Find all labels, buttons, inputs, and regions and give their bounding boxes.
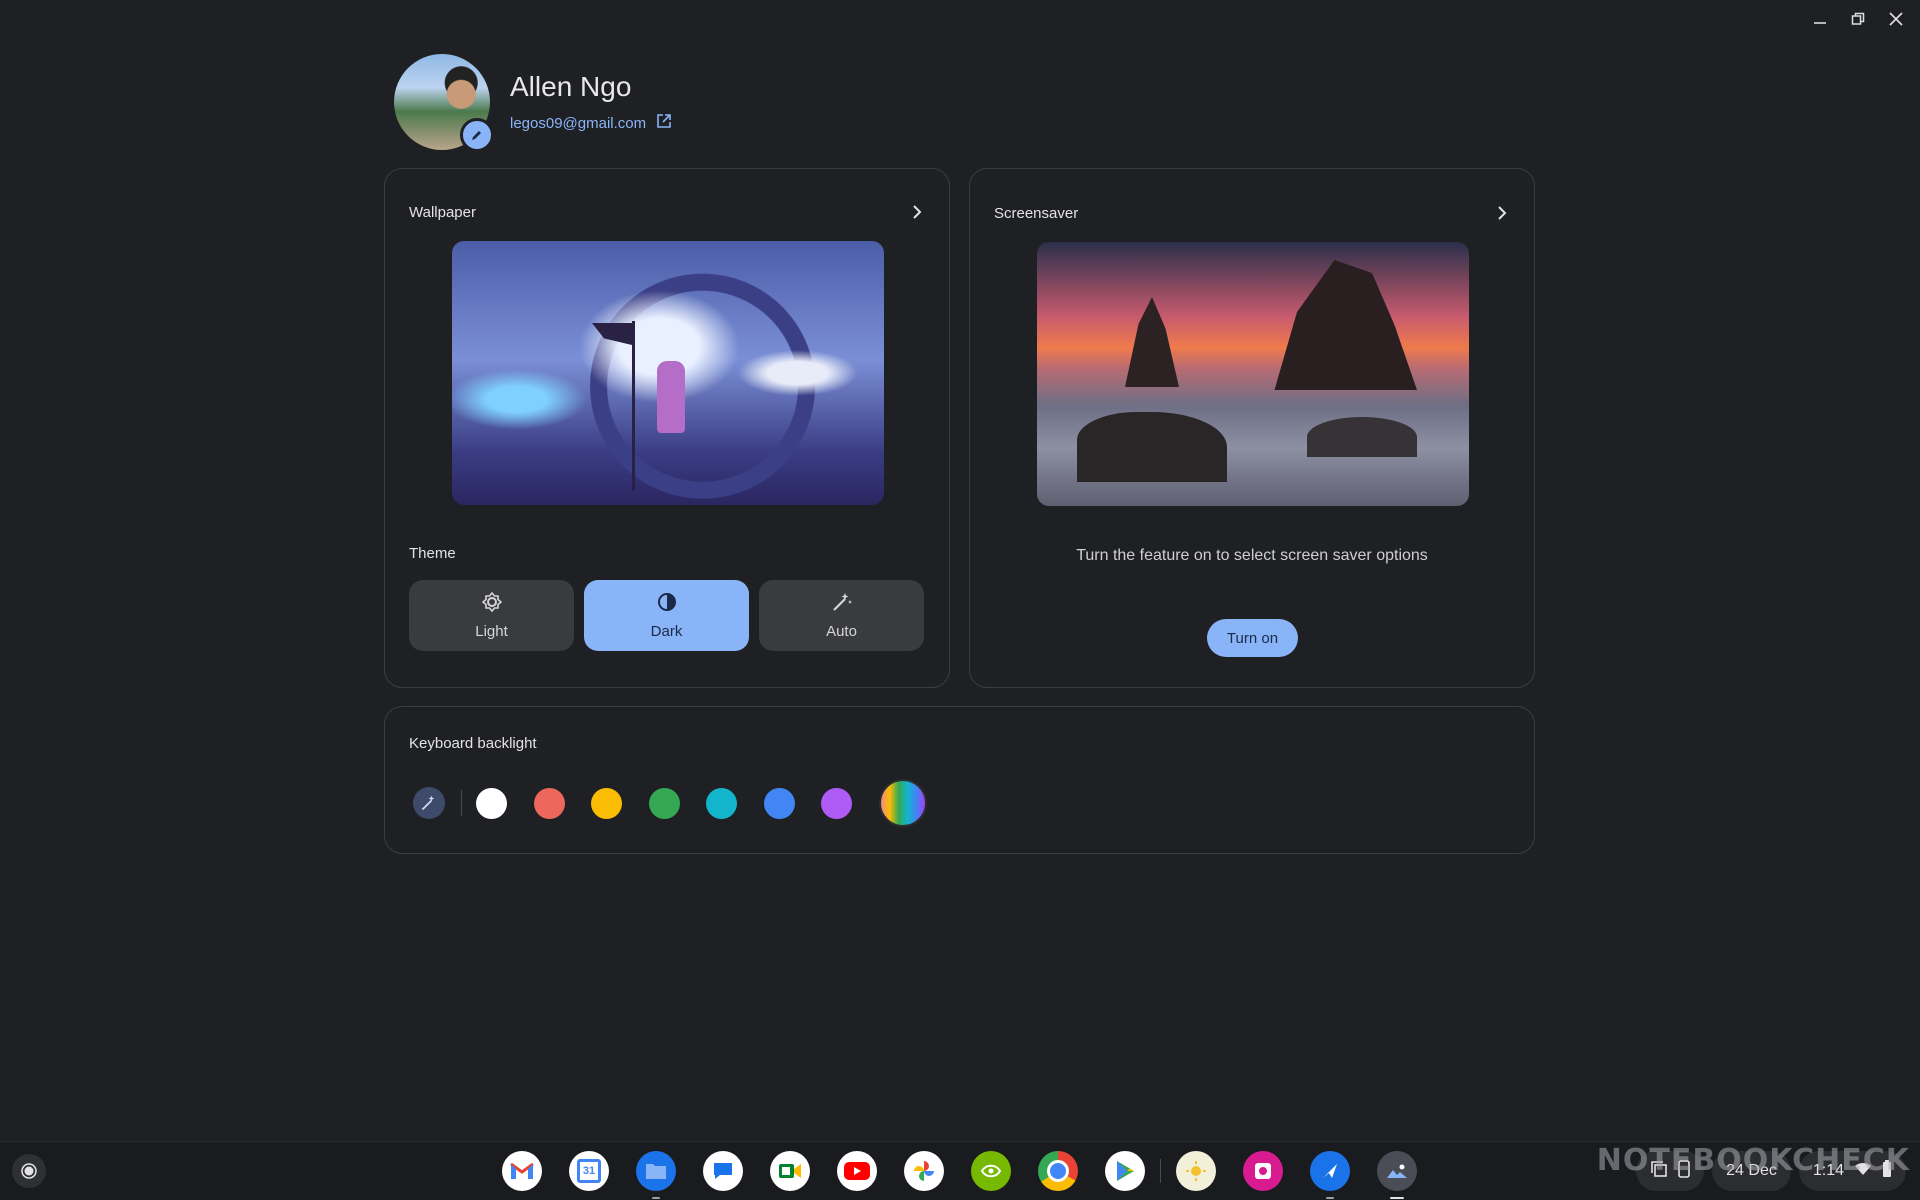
chrome-icon[interactable] [1038,1151,1078,1191]
wallpaper-preview[interactable] [452,241,884,505]
backlight-color-green[interactable] [648,787,680,819]
messages-icon[interactable] [703,1151,743,1191]
theme-dark-label: Dark [650,623,683,640]
minimize-icon[interactable] [1810,8,1830,30]
contrast-icon [656,591,678,617]
backlight-color-white[interactable] [476,787,507,819]
wallpaper-app-icon[interactable] [1377,1151,1417,1199]
backlight-color-cyan[interactable] [706,787,737,819]
screensaver-message: Turn the feature on to select screen sav… [1076,547,1428,564]
screensaver-chevron-right-icon[interactable] [1492,203,1512,223]
screensaver-card: Screensaver Turn the feature on to selec… [969,168,1535,688]
theme-options: Light Dark Auto [409,580,924,651]
backlight-color-red[interactable] [533,787,565,819]
explore-app-icon[interactable] [1310,1151,1350,1199]
gmail-icon[interactable] [502,1151,542,1191]
backlight-color-options [413,779,927,827]
theme-light-button[interactable]: Light [409,580,574,651]
profile-email-link[interactable]: legos09@gmail.com [510,113,672,133]
backlight-color-blue[interactable] [763,787,795,819]
turn-on-button[interactable]: Turn on [1207,619,1298,657]
brightness-app-icon[interactable] [1176,1151,1216,1191]
photos-icon[interactable] [904,1151,944,1191]
avatar[interactable] [394,54,494,152]
watermark-logo: NOTEBOOKCHECK [1596,1143,1910,1178]
geforce-now-icon[interactable] [971,1151,1011,1191]
close-icon[interactable] [1886,8,1906,30]
magic-wand-icon [831,591,853,617]
wallpaper-card: Wallpaper Theme Light Dark Auto [384,168,950,688]
window-controls [1810,8,1906,30]
keyboard-backlight-title: Keyboard backlight [409,735,537,752]
theme-dark-button[interactable]: Dark [584,580,749,651]
keyboard-backlight-card: Keyboard backlight [384,706,1535,854]
backlight-auto-magic-icon[interactable] [413,787,445,819]
profile-header: Allen Ngo legos09@gmail.com [394,54,672,152]
files-icon[interactable] [636,1151,676,1199]
edit-pencil-icon[interactable] [460,118,494,152]
screensaver-title: Screensaver [994,205,1079,222]
pinned-apps: 31 [502,1151,1417,1199]
theme-auto-label: Auto [826,623,857,640]
restore-icon[interactable] [1848,8,1868,30]
youtube-icon[interactable] [837,1151,877,1191]
brightness-icon [481,591,503,617]
screensaver-preview[interactable] [1037,242,1469,506]
meet-icon[interactable] [770,1151,810,1191]
screenshot-app-icon[interactable] [1243,1151,1283,1191]
wallpaper-title: Wallpaper [409,204,476,221]
theme-title: Theme [409,545,456,562]
profile-email[interactable]: legos09@gmail.com [510,115,646,132]
play-store-icon[interactable] [1105,1151,1145,1191]
backlight-color-rainbow[interactable] [878,779,927,827]
wallpaper-chevron-right-icon[interactable] [907,202,927,222]
theme-auto-button[interactable]: Auto [759,580,924,651]
open-external-icon[interactable] [656,113,672,133]
launcher-button[interactable] [12,1154,46,1188]
backlight-color-purple[interactable] [821,787,852,819]
backlight-color-yellow[interactable] [591,787,622,819]
profile-name: Allen Ngo [510,71,632,102]
theme-light-label: Light [475,623,508,640]
calendar-icon[interactable]: 31 [569,1151,609,1191]
